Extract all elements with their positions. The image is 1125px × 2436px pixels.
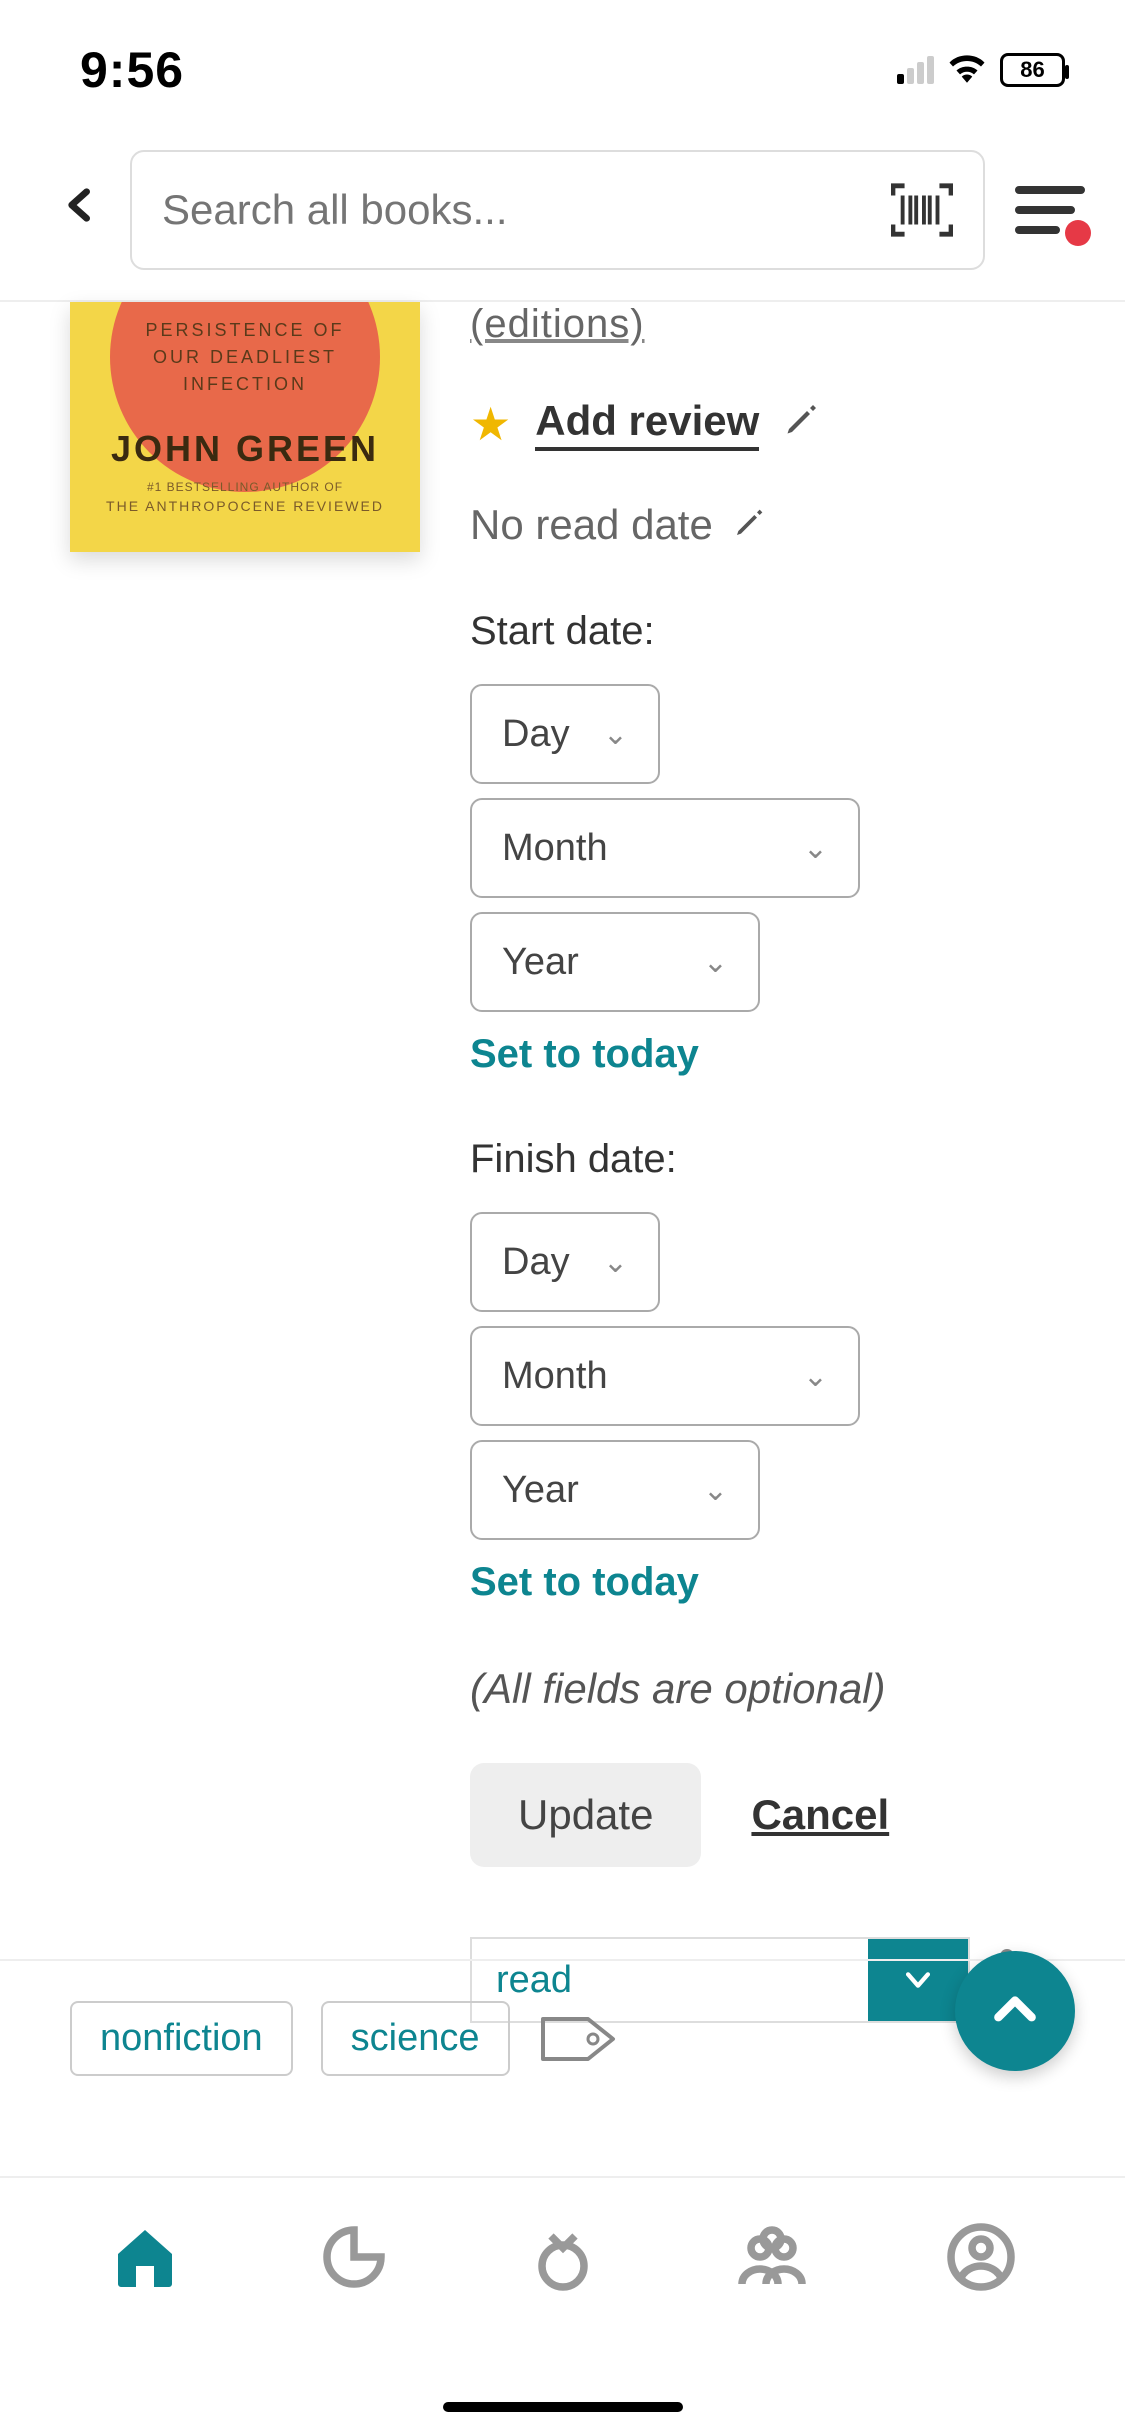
select-label: Year	[502, 941, 579, 984]
start-date-label: Start date:	[470, 609, 1075, 654]
back-button[interactable]	[60, 178, 100, 243]
optional-note: (All fields are optional)	[470, 1665, 1075, 1713]
top-bar	[0, 130, 1125, 302]
status-bar: 9:56 86	[0, 0, 1125, 130]
scroll-top-fab[interactable]	[955, 1951, 1075, 2071]
chevron-down-icon: ⌄	[703, 1473, 728, 1508]
action-row: Update Cancel	[470, 1763, 1075, 1867]
status-right: 86	[897, 48, 1065, 93]
select-label: Month	[502, 827, 608, 870]
search-input[interactable]	[162, 186, 871, 234]
star-icon: ★	[470, 397, 511, 451]
tag-science[interactable]: science	[321, 2001, 510, 2076]
tag-nonfiction[interactable]: nonfiction	[70, 2001, 293, 2076]
cancel-link[interactable]: Cancel	[751, 1791, 889, 1839]
nav-community-icon[interactable]	[732, 2217, 812, 2297]
barcode-scan-icon[interactable]	[891, 183, 953, 237]
no-read-date-row: No read date	[470, 501, 1075, 549]
finish-day-select[interactable]: Day ⌄	[470, 1212, 660, 1312]
pencil-icon[interactable]	[783, 402, 819, 447]
status-time: 9:56	[80, 41, 184, 99]
nav-home-icon[interactable]	[105, 2217, 185, 2297]
cover-bestseller-tag: #1 BESTSELLING AUTHOR OF	[147, 480, 343, 494]
chevron-down-icon: ⌄	[603, 1245, 628, 1280]
add-tag-icon[interactable]	[538, 2014, 618, 2064]
nav-awards-icon[interactable]	[523, 2217, 603, 2297]
nav-stats-icon[interactable]	[314, 2217, 394, 2297]
add-review-row: ★ Add review	[470, 397, 1075, 451]
tags-row: nonfiction science	[0, 1959, 1125, 2116]
finish-month-select[interactable]: Month ⌄	[470, 1326, 860, 1426]
no-read-date-label: No read date	[470, 501, 713, 549]
start-month-select[interactable]: Month ⌄	[470, 798, 860, 898]
finish-set-today-link[interactable]: Set to today	[470, 1560, 1075, 1605]
search-box[interactable]	[130, 150, 985, 270]
nav-profile-icon[interactable]	[941, 2217, 1021, 2297]
content: PERSISTENCE OF OUR DEADLIEST INFECTION J…	[0, 302, 1125, 2023]
book-cover[interactable]: PERSISTENCE OF OUR DEADLIEST INFECTION J…	[70, 302, 420, 552]
select-label: Year	[502, 1469, 579, 1512]
cover-author: JOHN GREEN	[111, 428, 379, 470]
select-label: Day	[502, 713, 570, 756]
finish-date-label: Finish date:	[470, 1137, 1075, 1182]
chevron-down-icon: ⌄	[803, 831, 828, 866]
start-set-today-link[interactable]: Set to today	[470, 1032, 1075, 1077]
start-day-select[interactable]: Day ⌄	[470, 684, 660, 784]
cover-column: PERSISTENCE OF OUR DEADLIEST INFECTION J…	[70, 302, 430, 2023]
details-column: (editions) ★ Add review No read date Sta…	[430, 302, 1075, 2023]
battery-indicator: 86	[1000, 53, 1065, 87]
pencil-icon[interactable]	[733, 507, 765, 544]
cellular-signal-icon	[897, 56, 934, 84]
cover-prev-book: THE ANTHROPOCENE REVIEWED	[106, 498, 384, 514]
chevron-down-icon: ⌄	[603, 717, 628, 752]
menu-button[interactable]	[1015, 180, 1085, 240]
finish-year-select[interactable]: Year ⌄	[470, 1440, 760, 1540]
bottom-nav	[0, 2176, 1125, 2336]
select-label: Month	[502, 1355, 608, 1398]
wifi-icon	[946, 48, 988, 93]
editions-link[interactable]: (editions)	[470, 302, 1075, 347]
update-button[interactable]: Update	[470, 1763, 701, 1867]
add-review-link[interactable]: Add review	[535, 397, 759, 451]
select-label: Day	[502, 1241, 570, 1284]
chevron-down-icon: ⌄	[703, 945, 728, 980]
home-indicator	[443, 2402, 683, 2412]
cover-subtitle: PERSISTENCE OF OUR DEADLIEST INFECTION	[145, 317, 344, 398]
notification-dot-icon	[1065, 220, 1091, 246]
start-year-select[interactable]: Year ⌄	[470, 912, 760, 1012]
chevron-down-icon: ⌄	[803, 1359, 828, 1394]
